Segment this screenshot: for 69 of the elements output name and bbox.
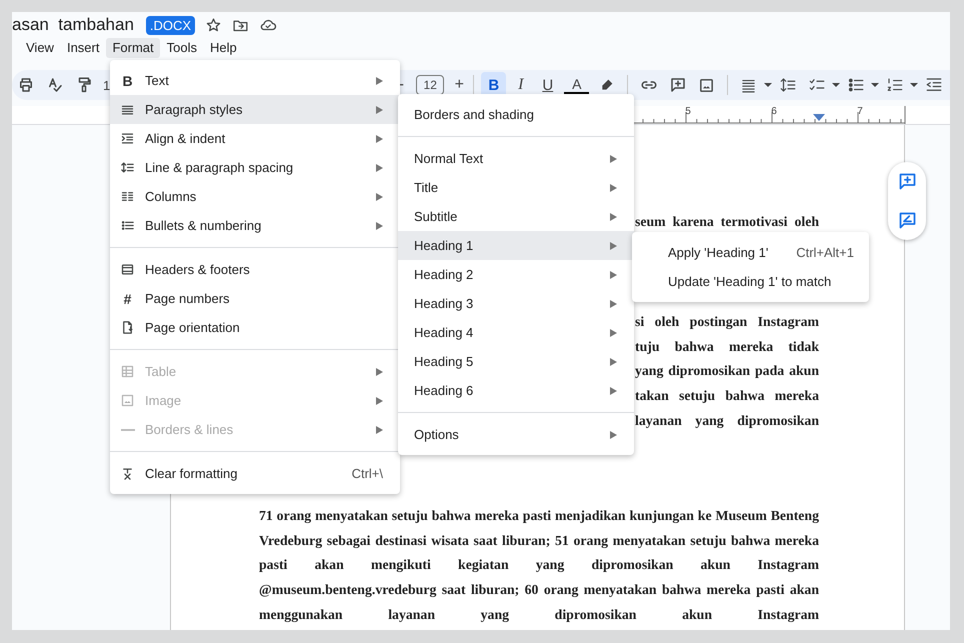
italic-button[interactable]: I bbox=[508, 72, 534, 98]
menu-bar-item[interactable]: Help bbox=[204, 38, 243, 58]
menu-item[interactable]: Page orientation bbox=[110, 313, 400, 342]
add-comment-icon[interactable] bbox=[668, 76, 687, 94]
menu-item[interactable]: Heading 6 bbox=[398, 376, 634, 405]
menu-item[interactable]: Title bbox=[398, 173, 634, 202]
body-text-line: si oleh postingan Instagram bbox=[635, 312, 819, 331]
caret-icon[interactable] bbox=[871, 83, 880, 87]
menu-item[interactable]: Heading 5 bbox=[398, 347, 634, 376]
star-icon[interactable] bbox=[205, 16, 222, 34]
body-text-line: seum karena termotivasi oleh bbox=[635, 213, 819, 231]
menu-item[interactable]: Heading 3 bbox=[398, 289, 634, 318]
file-type-badge: .DOCX bbox=[146, 16, 196, 34]
add-comment-icon[interactable] bbox=[896, 171, 918, 192]
suggest-edit-icon[interactable] bbox=[896, 210, 918, 231]
menu-bar-item[interactable]: View bbox=[20, 38, 60, 58]
body-text-line: yang dipromosikan pada akun bbox=[635, 362, 819, 380]
menu-item[interactable]: Columns bbox=[110, 182, 400, 211]
body-paragraph: 71 orang menyatakan setuju bahwa mereka pasti menjadikan kunjungan ke Museum Benteng Vredeburg sebagai destinasi wisata saat liburan; 51 orang menyatakan setuju bahwa mereka pasti akan mengikuti kegiatan yang dipromosikan akun Instagram @museum.benteng.vredeburg saat liburan; 60 orang menyatakan bahwa mereka pasti akan menggunakan layanan yang dipromosikan akun Instagram bbox=[259, 506, 819, 624]
ruler-number: 5 bbox=[685, 106, 691, 117]
menu-item[interactable]: Options bbox=[398, 420, 634, 449]
menu-item[interactable]: # Page numbers bbox=[110, 284, 400, 313]
caret-icon[interactable] bbox=[764, 83, 772, 87]
menu-item[interactable]: Clear formatting Ctrl+\ bbox=[110, 459, 400, 488]
clear-format-icon bbox=[120, 466, 135, 481]
underline-button[interactable]: U bbox=[535, 72, 560, 98]
image-icon bbox=[120, 393, 135, 408]
table-icon bbox=[120, 364, 135, 379]
menu-item[interactable]: Heading 4 bbox=[398, 318, 634, 347]
line-icon bbox=[120, 428, 134, 430]
columns-icon bbox=[120, 189, 135, 204]
line-spacing-icon bbox=[120, 160, 135, 175]
menu-bar-item[interactable]: Format bbox=[106, 38, 160, 58]
menu-item[interactable]: Line & paragraph spacing bbox=[110, 153, 400, 182]
menu-item[interactable]: B Text bbox=[110, 66, 400, 95]
menu-bar-item[interactable]: Insert bbox=[60, 38, 106, 58]
body-text-line: takan setuju bahwa mereka bbox=[635, 387, 819, 406]
menu-item[interactable]: Bullets & numbering bbox=[110, 211, 400, 240]
line-spacing-icon[interactable] bbox=[778, 76, 797, 94]
ruler-number: 6 bbox=[771, 106, 777, 117]
menu-item[interactable]: Borders and shading bbox=[398, 100, 634, 129]
document-title[interactable]: asan tambahan bbox=[12, 15, 134, 35]
menu-item[interactable]: Apply 'Heading 1' Ctrl+Alt+1 bbox=[632, 238, 869, 267]
menu-item[interactable]: Heading 1 bbox=[398, 231, 634, 260]
menu-item[interactable]: Align & indent bbox=[110, 124, 400, 153]
menu-item[interactable]: Paragraph styles bbox=[110, 95, 400, 124]
decrease-indent-icon[interactable] bbox=[924, 76, 943, 94]
bullet-list-icon bbox=[120, 218, 135, 233]
header-footer-icon bbox=[120, 262, 135, 277]
caret-icon[interactable] bbox=[910, 83, 918, 87]
menu-item[interactable]: Subtitle bbox=[398, 202, 634, 231]
zoom-value[interactable]: 1 bbox=[103, 78, 110, 92]
caret-icon[interactable] bbox=[832, 83, 840, 87]
indent-icon bbox=[120, 131, 135, 146]
body-text-line: tuju bahwa mereka tidak bbox=[635, 338, 819, 356]
image-icon[interactable] bbox=[698, 76, 716, 94]
menu-glyph: # bbox=[124, 290, 132, 306]
menu-glyph: B bbox=[122, 72, 133, 88]
ruler-number: 7 bbox=[857, 106, 863, 117]
increase-font-size-button[interactable]: + bbox=[452, 76, 466, 94]
menu-item[interactable]: Normal Text bbox=[398, 144, 634, 173]
numbered-list-icon[interactable] bbox=[886, 76, 904, 94]
page-orientation-icon bbox=[120, 320, 135, 335]
bullet-list-icon[interactable] bbox=[846, 76, 865, 94]
menu-item[interactable]: Headers & footers bbox=[110, 255, 400, 284]
menu-bar-item[interactable]: Tools bbox=[160, 38, 203, 58]
menu-item[interactable]: Heading 2 bbox=[398, 260, 634, 289]
body-text-line: layanan yang dipromosikan bbox=[635, 412, 819, 430]
menu-item[interactable]: Update 'Heading 1' to match bbox=[632, 267, 869, 296]
